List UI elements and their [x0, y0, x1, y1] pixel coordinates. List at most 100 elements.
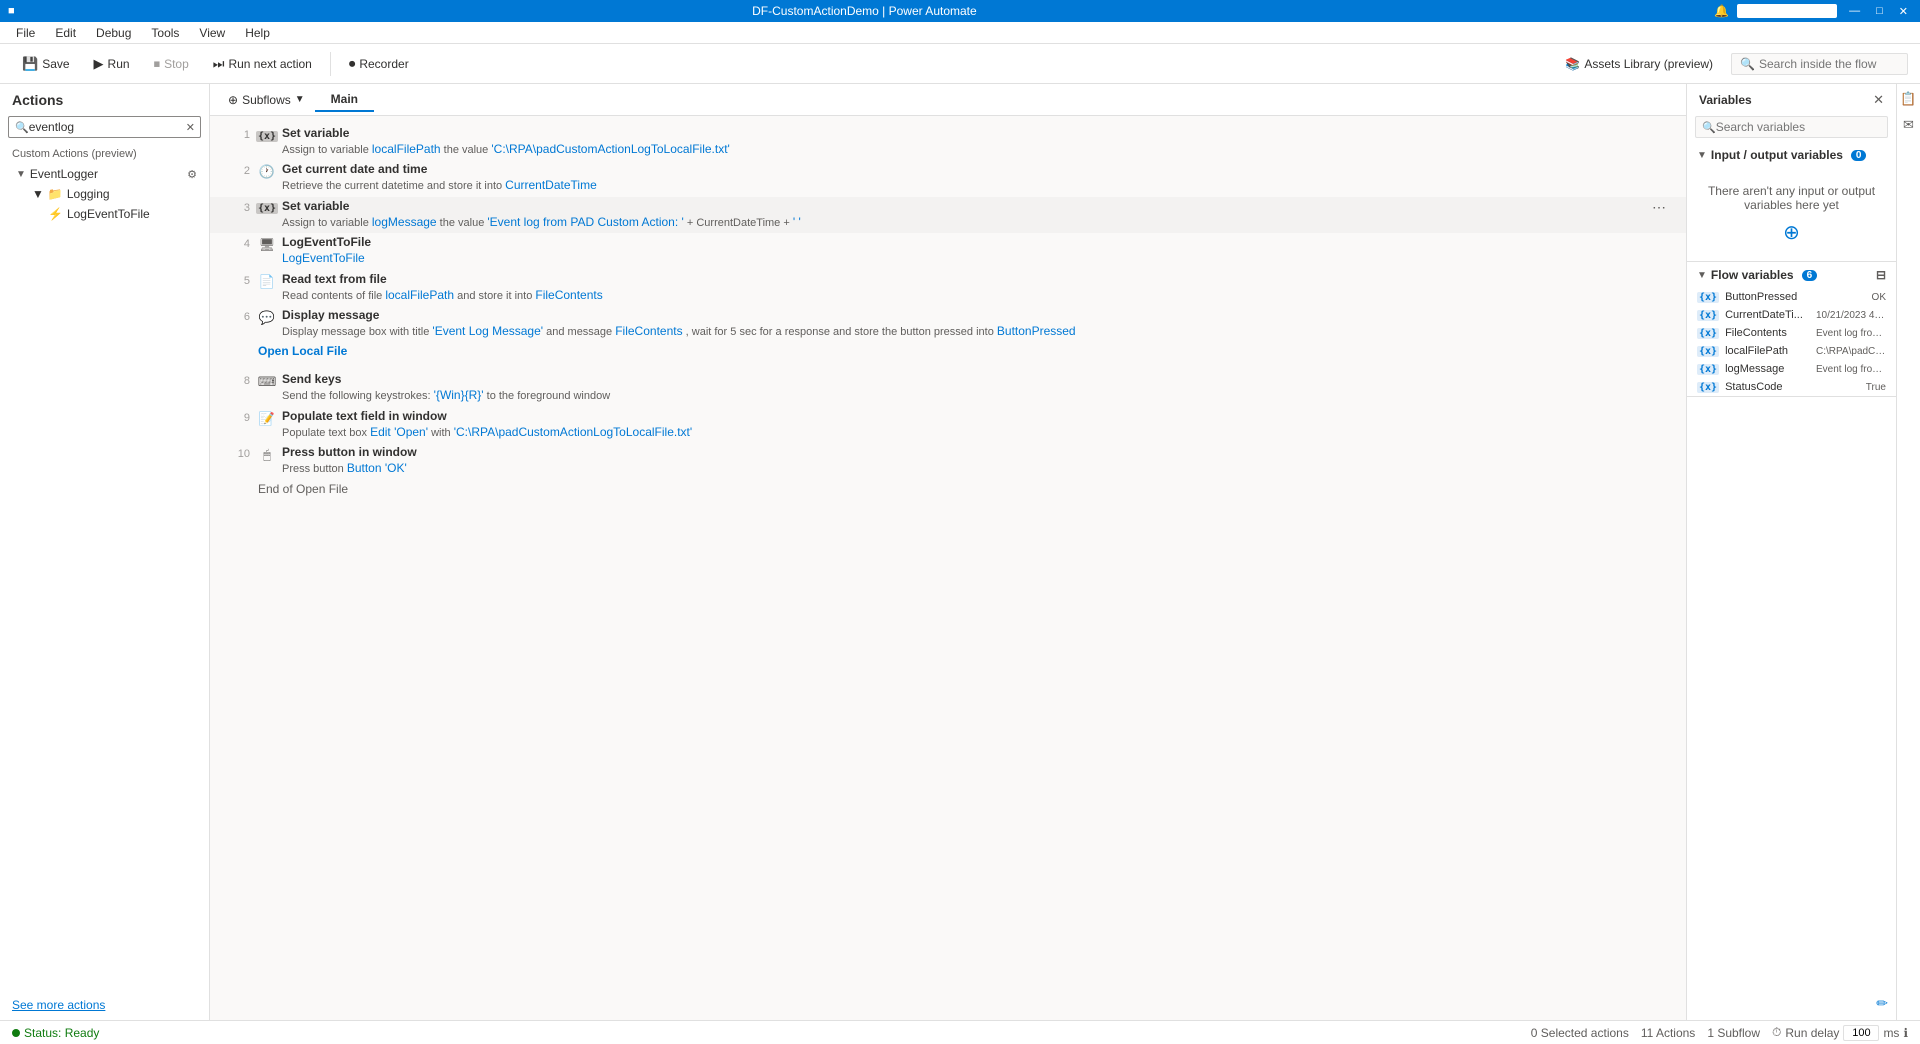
- run-delay-info[interactable]: ℹ: [1903, 1026, 1908, 1040]
- search-flow-container: 🔍: [1731, 53, 1908, 75]
- var-name-4: logMessage: [1725, 363, 1810, 375]
- var-type-icon-0: {x}: [1697, 292, 1719, 303]
- io-add-icon[interactable]: ⊕: [1703, 220, 1880, 245]
- subflows-icon: ⊕: [228, 93, 238, 107]
- toolbar: 💾 Save ▶ Run ⏹ Stop ⏭ Run next action ⏺ …: [0, 44, 1920, 84]
- sidebar-icon-2[interactable]: ✉: [1898, 114, 1920, 136]
- main-tab[interactable]: Main: [315, 88, 374, 112]
- flow-filter-icon[interactable]: ⊟: [1876, 268, 1886, 282]
- actions-search-input[interactable]: [29, 120, 184, 134]
- flow-row-11[interactable]: End of Open File: [210, 480, 1686, 508]
- action-more-btn-3[interactable]: ⋯: [1648, 199, 1670, 216]
- action-title-10: Press button in window: [282, 445, 1670, 459]
- status-dot: [12, 1029, 20, 1037]
- var-value-4: Event log from PAD...: [1816, 364, 1886, 375]
- search-flow-input[interactable]: [1759, 57, 1899, 71]
- flow-row-9[interactable]: 9 📝 Populate text field in window Popula…: [210, 407, 1686, 443]
- menu-debug[interactable]: Debug: [88, 24, 139, 42]
- see-more-actions[interactable]: See more actions: [0, 990, 209, 1020]
- flow-var-currentdatetime[interactable]: {x} CurrentDateTi... 10/21/2023 4:58:53.…: [1687, 306, 1896, 324]
- minimize-btn[interactable]: —: [1845, 4, 1864, 18]
- var-name-0: ButtonPressed: [1725, 291, 1865, 303]
- flow-section-header[interactable]: ▼ Flow variables 6 ⊟: [1687, 262, 1896, 288]
- flow-row-7[interactable]: Open Local File: [210, 342, 1686, 370]
- flow-var-filecontents[interactable]: {x} FileContents Event log from PAD...: [1687, 324, 1896, 342]
- io-section-header[interactable]: ▼ Input / output variables 0: [1687, 142, 1896, 168]
- menu-tools[interactable]: Tools: [143, 24, 187, 42]
- run-button[interactable]: ▶ Run: [84, 52, 140, 76]
- variables-panel: Variables ✕ 🔍 ▼ Input / output variables…: [1686, 84, 1896, 1020]
- sidebar-icon-bar: 📋 ✉: [1896, 84, 1920, 1020]
- logeventtofile-icon: ⚡: [48, 207, 63, 221]
- save-button[interactable]: 💾 Save: [12, 52, 80, 76]
- sidebar-icon-1[interactable]: 📋: [1898, 88, 1920, 110]
- group-open-local-file: Open Local File: [258, 344, 1670, 358]
- val-filecontents-6: FileContents: [615, 324, 682, 338]
- flow-row-5[interactable]: 5 📄 Read text from file Read contents of…: [210, 270, 1686, 306]
- run-delay-clock-icon: ⏱: [1772, 1025, 1781, 1040]
- action-icon-6: 💬: [258, 309, 276, 327]
- stop-icon: ⏹: [154, 56, 161, 72]
- run-delay-input[interactable]: [1843, 1025, 1879, 1041]
- maximize-btn[interactable]: □: [1872, 4, 1887, 18]
- eventlogger-gear-icon[interactable]: ⚙: [187, 168, 197, 181]
- menu-file[interactable]: File: [8, 24, 43, 42]
- flow-canvas[interactable]: 1 {x} Set variable Assign to variable lo…: [210, 116, 1686, 1020]
- eventlogger-label: EventLogger: [30, 167, 98, 181]
- notification-icon[interactable]: 🔔: [1714, 4, 1729, 18]
- actions-search-clear[interactable]: ✕: [184, 121, 197, 134]
- status-bar-right: 0 Selected actions 11 Actions 1 Subflow …: [1531, 1025, 1908, 1041]
- action-icon-3: {x}: [258, 200, 276, 218]
- flow-row-3[interactable]: 3 {x} Set variable Assign to variable lo…: [210, 197, 1686, 233]
- edit-variables-icon[interactable]: ✏: [1876, 995, 1888, 1011]
- flow-row-2[interactable]: 2 🕐 Get current date and time Retrieve t…: [210, 160, 1686, 196]
- stop-button[interactable]: ⏹ Stop: [144, 52, 199, 76]
- recorder-button[interactable]: ⏺ Recorder: [339, 52, 419, 76]
- flow-row-10[interactable]: 10 🖱 Press button in window Press button…: [210, 443, 1686, 479]
- run-next-button[interactable]: ⏭ Run next action: [203, 52, 322, 76]
- action-title-3: Set variable: [282, 199, 1648, 213]
- val-button-ok: Button 'OK': [347, 461, 407, 475]
- title-bar: ■ DF-CustomActionDemo | Power Automate 🔔…: [0, 0, 1920, 22]
- action-desc-3: Assign to variable logMessage the value …: [282, 214, 1648, 231]
- var-type-icon-5: {x}: [1697, 382, 1719, 393]
- flow-var-statuscode[interactable]: {x} StatusCode True: [1687, 378, 1896, 396]
- tree-item-logeventtofile[interactable]: ⚡ LogEventToFile: [0, 204, 209, 224]
- menu-help[interactable]: Help: [237, 24, 278, 42]
- action-content-9: Populate text field in window Populate t…: [282, 409, 1670, 441]
- close-variables-btn[interactable]: ✕: [1873, 92, 1884, 108]
- flow-var-localfilepath[interactable]: {x} localFilePath C:\RPA\padCusto...: [1687, 342, 1896, 360]
- flow-var-buttonpressed[interactable]: {x} ButtonPressed OK: [1687, 288, 1896, 306]
- flow-row-4[interactable]: 4 🖥 LogEventToFile LogEventToFile: [210, 233, 1686, 269]
- action-desc-9: Populate text box Edit 'Open' with 'C:\R…: [282, 424, 1670, 441]
- subflows-chevron: ▼: [295, 94, 305, 105]
- close-btn[interactable]: ✕: [1895, 4, 1912, 19]
- var-search-icon: 🔍: [1702, 121, 1716, 134]
- flow-var-logmessage[interactable]: {x} logMessage Event log from PAD...: [1687, 360, 1896, 378]
- flow-row-1[interactable]: 1 {x} Set variable Assign to variable lo…: [210, 124, 1686, 160]
- action-content-11: End of Open File: [258, 482, 1670, 496]
- recorder-icon: ⏺: [349, 56, 356, 72]
- logging-expand-icon: ▼: [32, 187, 44, 201]
- action-desc-6: Display message box with title 'Event Lo…: [282, 323, 1670, 340]
- menu-view[interactable]: View: [191, 24, 233, 42]
- val-path-9: 'C:\RPA\padCustomActionLogToLocalFile.tx…: [454, 425, 692, 439]
- val-keystrokes: '{Win}{R}': [434, 388, 484, 402]
- flow-row-6[interactable]: 6 💬 Display message Display message box …: [210, 306, 1686, 342]
- keys-icon-8: ⌨: [258, 374, 277, 390]
- assets-button[interactable]: 📚 Assets Library (preview): [1555, 53, 1723, 75]
- run-delay-label: Run delay: [1785, 1026, 1839, 1040]
- user-field[interactable]: [1737, 4, 1837, 18]
- flow-section-label: Flow variables: [1711, 268, 1794, 282]
- subflows-button[interactable]: ⊕ Subflows ▼: [218, 89, 315, 111]
- row-num-10: 10: [226, 445, 250, 460]
- tree-item-eventlogger[interactable]: ▼ EventLogger ⚙: [0, 164, 209, 184]
- title-bar-menu: ■: [8, 5, 15, 17]
- toolbar-right: 📚 Assets Library (preview) 🔍: [1555, 53, 1908, 75]
- menu-edit[interactable]: Edit: [47, 24, 84, 42]
- var-search-input[interactable]: [1716, 120, 1881, 134]
- action-title-6: Display message: [282, 308, 1670, 322]
- var-type-icon-2: {x}: [1697, 328, 1719, 339]
- tree-item-logging[interactable]: ▼ 📁 Logging: [0, 184, 209, 204]
- flow-row-8[interactable]: 8 ⌨ Send keys Send the following keystro…: [210, 370, 1686, 406]
